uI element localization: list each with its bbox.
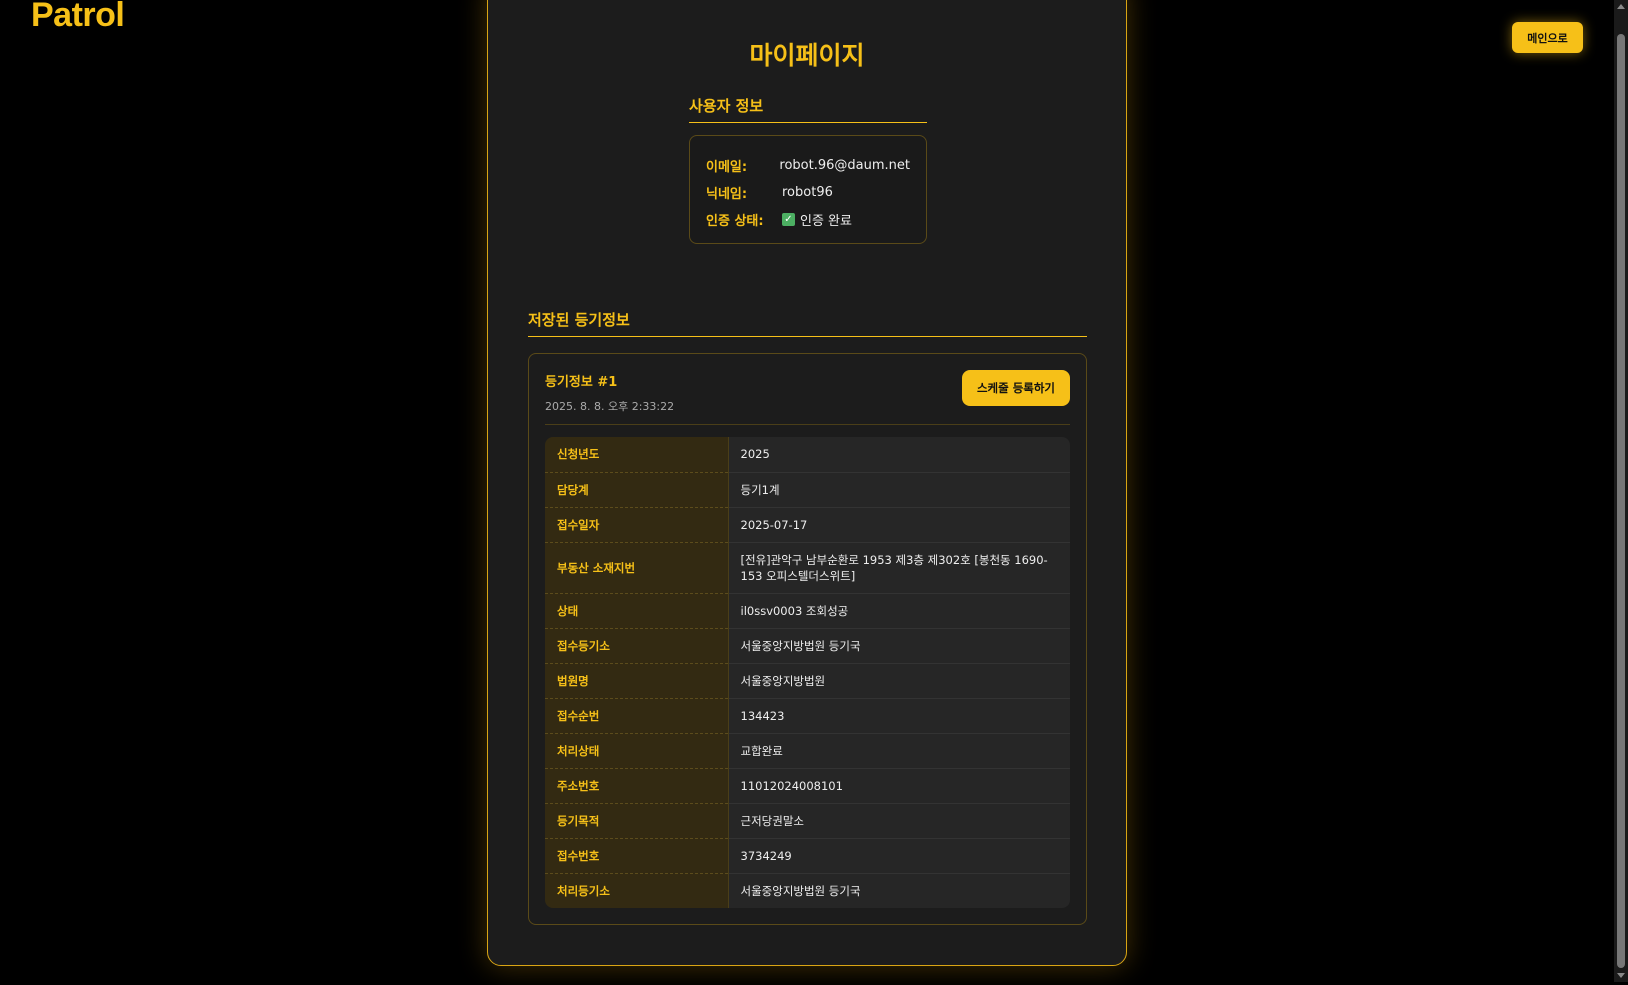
row-key: 접수순번 bbox=[545, 698, 729, 734]
scroll-down-icon[interactable] bbox=[1617, 973, 1625, 978]
table-row: 신청년도 2025 bbox=[545, 437, 1070, 473]
status-label: 인증 상태: bbox=[706, 214, 764, 229]
row-value: 서울중앙지방법원 등기국 bbox=[728, 873, 1070, 908]
table-row: 처리등기소 서울중앙지방법원 등기국 bbox=[545, 873, 1070, 908]
status-text: 인증 완료 bbox=[800, 214, 852, 229]
user-info-title: 사용자 정보 bbox=[689, 95, 927, 123]
registry-table: 신청년도 2025 담당계 등기1계 접수일자 2025-07-17 부동산 소재지번 [전유… bbox=[545, 437, 1070, 908]
row-value: 서울중앙지방법원 bbox=[728, 663, 1070, 699]
row-value: 2025-07-17 bbox=[728, 507, 1070, 543]
status-row: 인증 상태: ✓ 인증 완료 bbox=[706, 206, 910, 233]
email-label: 이메일: bbox=[706, 160, 748, 175]
main-button[interactable]: 메인으로 bbox=[1512, 22, 1583, 53]
row-value: 근저당권말소 bbox=[728, 803, 1070, 839]
nickname-label: 닉네임: bbox=[706, 187, 748, 202]
registry-item-title: 등기정보 #1 bbox=[545, 375, 618, 390]
row-key: 접수일자 bbox=[545, 507, 729, 543]
row-key: 접수번호 bbox=[545, 838, 729, 874]
nickname-value: robot96 bbox=[782, 185, 833, 200]
table-row: 주소번호 11012024008101 bbox=[545, 768, 1070, 804]
email-value: robot.96@daum.net bbox=[779, 158, 910, 173]
registry-item: 등기정보 #1 2025. 8. 8. 오후 2:33:22 스케줄 등록하기 … bbox=[528, 353, 1087, 925]
registry-item-date: 2025. 8. 8. 오후 2:33:22 bbox=[545, 400, 675, 413]
saved-registry-section: 저장된 등기정보 등기정보 #1 2025. 8. 8. 오후 2:33:22 … bbox=[528, 309, 1087, 925]
row-key: 처리등기소 bbox=[545, 873, 729, 908]
logo[interactable]: Patrol bbox=[31, 0, 125, 35]
row-key: 신청년도 bbox=[545, 437, 729, 473]
scroll-up-icon[interactable] bbox=[1617, 4, 1625, 9]
row-value: 2025 bbox=[728, 437, 1070, 473]
table-row: 부동산 소재지번 [전유]관악구 남부순환로 1953 제3층 제302호 [봉천… bbox=[545, 542, 1070, 594]
check-icon: ✓ bbox=[782, 213, 795, 226]
table-row: 접수번호 3734249 bbox=[545, 838, 1070, 874]
row-value: 등기1계 bbox=[728, 472, 1070, 508]
row-value: [전유]관악구 남부순환로 1953 제3층 제302호 [봉천동 1690-1… bbox=[728, 542, 1070, 594]
row-key: 상태 bbox=[545, 593, 729, 629]
registry-item-header: 등기정보 #1 2025. 8. 8. 오후 2:33:22 스케줄 등록하기 bbox=[545, 370, 1070, 425]
mypage-card: 마이페이지 사용자 정보 이메일: robot.96@daum.net 닉네임:… bbox=[487, 0, 1127, 966]
table-row: 접수등기소 서울중앙지방법원 등기국 bbox=[545, 628, 1070, 664]
row-key: 부동산 소재지번 bbox=[545, 542, 729, 594]
email-row: 이메일: robot.96@daum.net bbox=[706, 152, 910, 179]
user-info-box: 이메일: robot.96@daum.net 닉네임: robot96 인증 상… bbox=[689, 135, 927, 244]
row-value: 3734249 bbox=[728, 838, 1070, 874]
row-key: 처리상태 bbox=[545, 733, 729, 769]
row-key: 법원명 bbox=[545, 663, 729, 699]
table-row: 담당계 등기1계 bbox=[545, 472, 1070, 508]
row-value: 134423 bbox=[728, 698, 1070, 734]
table-row: 등기목적 근저당권말소 bbox=[545, 803, 1070, 839]
row-value: 11012024008101 bbox=[728, 768, 1070, 804]
user-info-section: 사용자 정보 이메일: robot.96@daum.net 닉네임: robot… bbox=[689, 95, 927, 244]
table-row: 접수일자 2025-07-17 bbox=[545, 507, 1070, 543]
row-value: 서울중앙지방법원 등기국 bbox=[728, 628, 1070, 664]
row-value: il0ssv0003 조회성공 bbox=[728, 593, 1070, 629]
schedule-register-button[interactable]: 스케줄 등록하기 bbox=[962, 370, 1070, 406]
row-value: 교합완료 bbox=[728, 733, 1070, 769]
table-row: 처리상태 교합완료 bbox=[545, 733, 1070, 769]
saved-registry-title: 저장된 등기정보 bbox=[528, 309, 1087, 337]
scrollbar[interactable] bbox=[1614, 0, 1628, 982]
row-key: 주소번호 bbox=[545, 768, 729, 804]
scrollbar-thumb[interactable] bbox=[1617, 34, 1625, 968]
table-row: 상태 il0ssv0003 조회성공 bbox=[545, 593, 1070, 629]
row-key: 담당계 bbox=[545, 472, 729, 508]
table-row: 법원명 서울중앙지방법원 bbox=[545, 663, 1070, 699]
row-key: 접수등기소 bbox=[545, 628, 729, 664]
table-row: 접수순번 134423 bbox=[545, 698, 1070, 734]
page-title: 마이페이지 bbox=[749, 41, 865, 70]
status-value: ✓ 인증 완료 bbox=[782, 210, 852, 229]
nickname-row: 닉네임: robot96 bbox=[706, 179, 910, 206]
row-key: 등기목적 bbox=[545, 803, 729, 839]
